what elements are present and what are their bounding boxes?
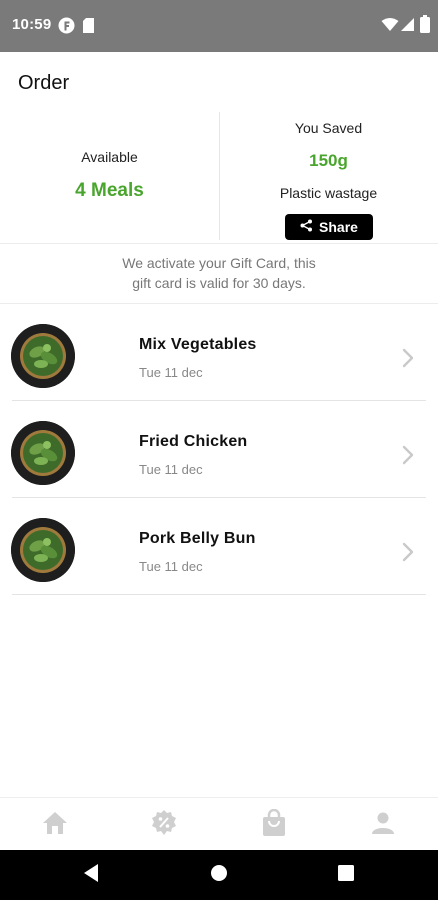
gift-card-notice: We activate your Gift Card, this gift ca… (60, 253, 378, 293)
dish-thumbnail (11, 421, 75, 485)
notice-line-2: gift card is valid for 30 days. (132, 275, 306, 291)
share-button-label: Share (319, 219, 358, 235)
savings-stats-panel: Available 4 Meals You Saved 150g Plastic… (0, 112, 438, 244)
sim-card-icon (82, 17, 95, 39)
plastic-wastage-label: Plastic wastage (279, 185, 378, 201)
nav-tab-offers[interactable] (149, 809, 179, 842)
f-badge-icon (58, 17, 75, 39)
list-divider (12, 594, 426, 595)
share-icon (300, 219, 313, 235)
dish-name: Fried Chicken (139, 433, 248, 450)
order-item[interactable]: Fried Chicken Tue 11 dec (0, 401, 438, 498)
battery-icon (420, 15, 430, 38)
chevron-right-icon (402, 348, 414, 373)
shopping-bag-icon (261, 808, 287, 842)
nav-tab-profile[interactable] (368, 810, 398, 840)
home-circle-icon (210, 864, 228, 887)
chevron-right-icon (402, 542, 414, 567)
recents-icon (338, 864, 354, 886)
available-meals-value: 4 Meals (75, 180, 144, 201)
dish-thumbnail (11, 518, 75, 582)
notice-line-1: We activate your Gift Card, this (122, 255, 316, 271)
person-icon (371, 811, 395, 840)
order-date: Tue 11 dec (139, 559, 203, 574)
back-button[interactable] (80, 863, 102, 888)
back-icon (82, 863, 100, 888)
you-saved-label: You Saved (294, 120, 363, 136)
dish-name: Pork Belly Bun (139, 530, 256, 547)
available-label: Available (81, 149, 138, 165)
home-icon (42, 811, 68, 840)
wifi-icon (381, 17, 399, 37)
order-list: Mix Vegetables Tue 11 dec Fried Chicken … (0, 304, 438, 595)
share-button[interactable]: Share (285, 214, 373, 240)
nav-tab-home[interactable] (40, 810, 70, 840)
order-item[interactable]: Pork Belly Bun Tue 11 dec (0, 498, 438, 595)
recents-button[interactable] (335, 864, 357, 886)
discount-badge-icon (150, 809, 178, 842)
page-title: Order (18, 72, 70, 94)
home-button[interactable] (208, 864, 230, 886)
chevron-right-icon (402, 445, 414, 470)
saved-amount-value: 150g (309, 151, 348, 170)
nav-tab-bag[interactable] (259, 808, 289, 842)
status-time: 10:59 (12, 16, 52, 33)
order-date: Tue 11 dec (139, 365, 203, 380)
dish-thumbnail (11, 324, 75, 388)
system-nav-bar (0, 850, 438, 900)
status-bar: 10:59 (0, 0, 438, 52)
signal-icon (400, 17, 415, 37)
order-item[interactable]: Mix Vegetables Tue 11 dec (0, 304, 438, 401)
order-date: Tue 11 dec (139, 462, 203, 477)
dish-name: Mix Vegetables (139, 336, 257, 353)
bottom-nav (0, 797, 438, 850)
